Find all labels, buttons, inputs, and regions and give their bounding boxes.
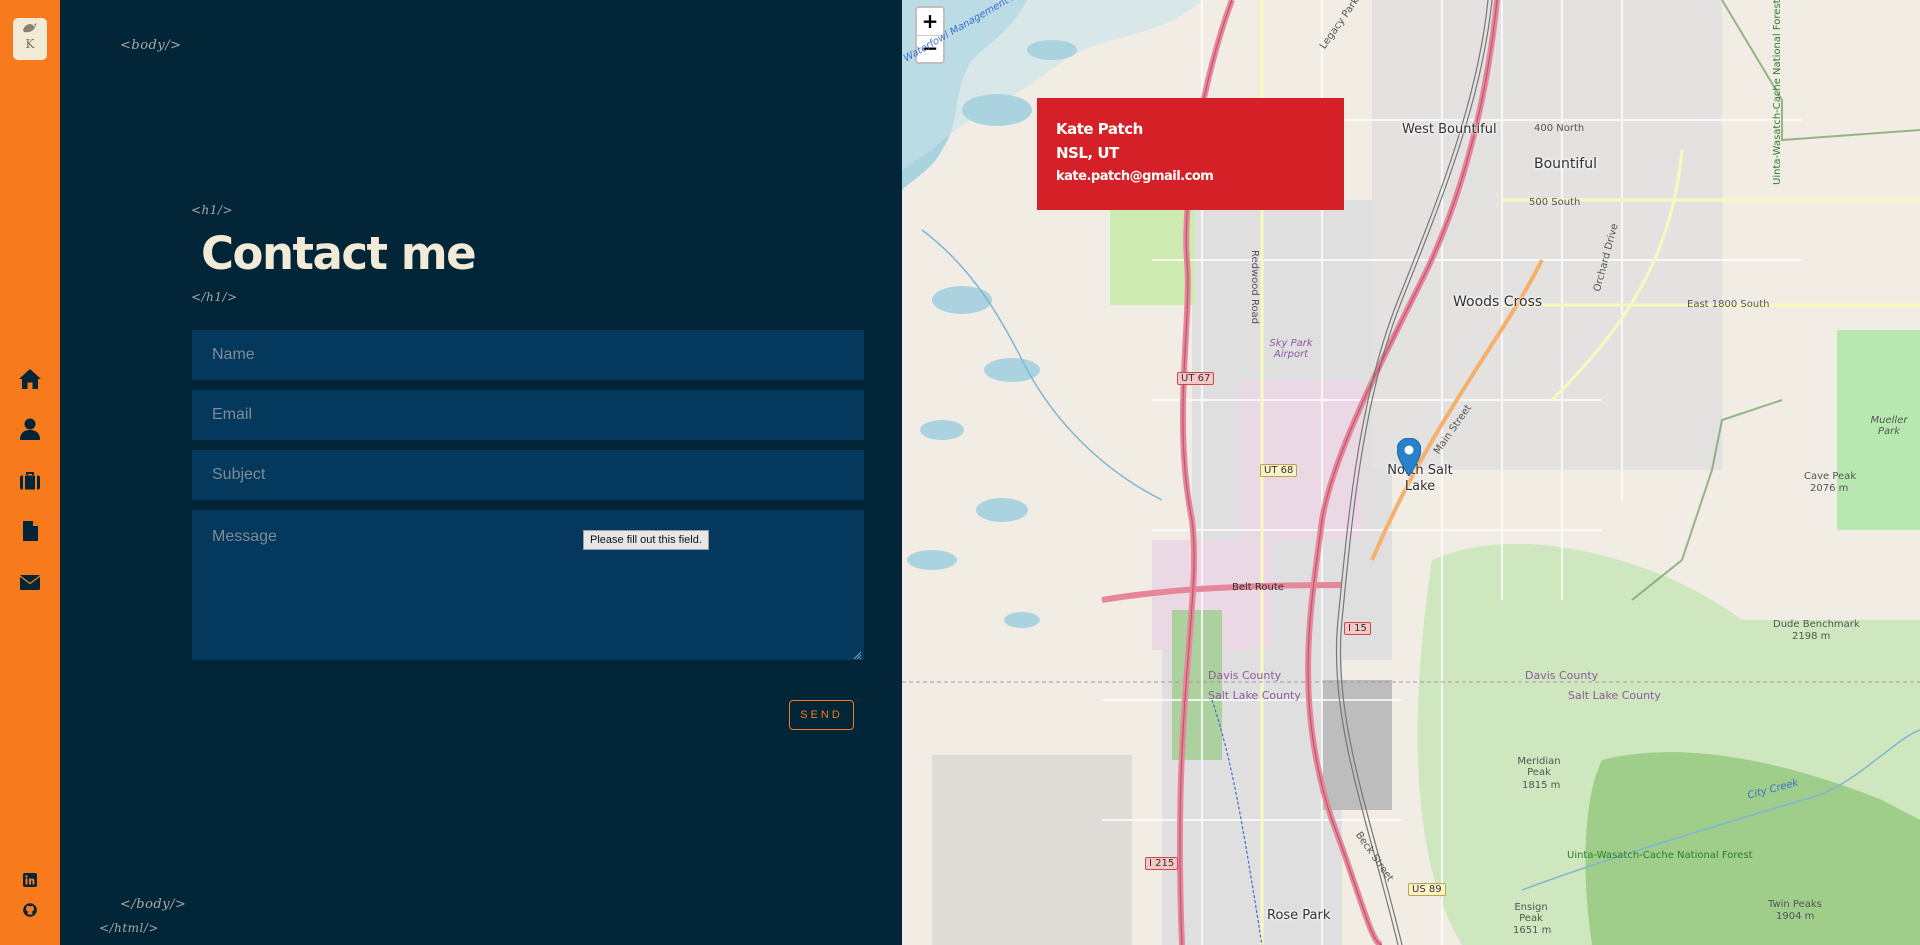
map[interactable]: + − Kate Patch NSL, UT kate.patch@gmail.… <box>902 0 1920 945</box>
map-label-500-south: 500 South <box>1529 197 1581 208</box>
body-open-tag: <body/> <box>120 38 182 53</box>
map-label-bountiful: Bountiful <box>1534 156 1597 172</box>
message-textarea[interactable] <box>192 510 864 660</box>
map-shield-ut68: UT 68 <box>1260 464 1298 477</box>
map-label-mueller-park: Mueller Park <box>1870 415 1908 437</box>
map-label-dude-benchmark-elev: 2198 m <box>1792 631 1831 642</box>
map-label-salt-lake-county-east: Salt Lake County <box>1568 689 1661 702</box>
map-label-ensign-peak-elev: 1651 m <box>1513 925 1552 936</box>
map-label-ensign-peak: Ensign Peak <box>1514 902 1548 924</box>
logo-letter: K <box>25 37 35 51</box>
subject-input[interactable] <box>192 450 864 500</box>
map-label-meridian-peak: Meridian Peak <box>1517 756 1561 778</box>
home-icon[interactable] <box>17 366 43 392</box>
name-input[interactable] <box>192 330 864 380</box>
body-close-tag: </body/> <box>120 897 187 912</box>
map-label-cave-peak: Cave Peak <box>1804 471 1857 482</box>
map-label-forest-vertical: Uinta-Wasatch-Cache National Forest <box>1772 0 1783 185</box>
logo[interactable]: K <box>13 18 47 60</box>
bird-icon <box>23 23 37 33</box>
map-label-belt-route: Belt Route <box>1232 582 1284 593</box>
email-input[interactable] <box>192 390 864 440</box>
h1-open-tag: <h1/> <box>191 203 234 217</box>
map-shield-i215: I 215 <box>1145 857 1179 870</box>
map-label-salt-lake-county: Salt Lake County <box>1208 689 1301 702</box>
validation-tooltip: Please fill out this field. <box>583 530 709 550</box>
map-label-sky-park-airport: Sky Park Airport <box>1269 338 1313 360</box>
map-label-woods-cross: Woods Cross <box>1453 294 1543 310</box>
sidebar: K <box>0 0 60 945</box>
map-shield-ut67: UT 67 <box>1177 372 1215 385</box>
contact-name: Kate Patch <box>1056 120 1143 138</box>
map-label-davis-county: Davis County <box>1208 669 1282 682</box>
map-shield-i15: I 15 <box>1344 622 1371 635</box>
user-icon[interactable] <box>17 416 43 442</box>
map-label-redwood-road: Redwood Road <box>1249 250 1260 325</box>
page-title: Contact me <box>201 227 477 280</box>
map-label-cave-peak-elev: 2076 m <box>1810 483 1849 494</box>
send-button[interactable]: SEND <box>789 700 854 730</box>
html-close-tag: </html/> <box>99 921 159 935</box>
map-label-twin-peaks: Twin Peaks <box>1768 899 1822 910</box>
map-label-forest: Uinta-Wasatch-Cache National Forest <box>1567 850 1753 861</box>
map-label-400-north: 400 North <box>1534 123 1585 134</box>
zoom-in-button[interactable]: + <box>917 8 943 36</box>
github-icon[interactable] <box>23 903 37 917</box>
map-shield-us89: US 89 <box>1408 883 1446 896</box>
map-label-west-bountiful: West Bountiful <box>1402 122 1497 137</box>
contact-section: <body/> <h1/> Contact me </h1/> Please f… <box>60 0 902 945</box>
contact-email[interactable]: kate.patch@gmail.com <box>1056 169 1214 184</box>
map-label-davis-county-east: Davis County <box>1525 669 1599 682</box>
h1-close-tag: </h1/> <box>191 290 238 304</box>
map-label-meridian-peak-elev: 1815 m <box>1522 780 1561 791</box>
map-marker-icon[interactable] <box>1397 438 1421 476</box>
map-label-dude-benchmark: Dude Benchmark <box>1773 619 1860 630</box>
briefcase-icon[interactable] <box>17 467 43 493</box>
map-label-east-1800-south: East 1800 South <box>1687 299 1770 310</box>
contact-info-card: Kate Patch NSL, UT kate.patch@gmail.com <box>1037 98 1344 210</box>
document-icon[interactable] <box>17 518 43 544</box>
map-label-twin-peaks-elev: 1904 m <box>1776 911 1815 922</box>
resize-grip-icon[interactable] <box>852 650 862 660</box>
contact-location: NSL, UT <box>1056 144 1119 162</box>
envelope-icon[interactable] <box>17 569 43 595</box>
linkedin-icon[interactable] <box>23 873 37 887</box>
map-label-rose-park: Rose Park <box>1267 908 1331 923</box>
